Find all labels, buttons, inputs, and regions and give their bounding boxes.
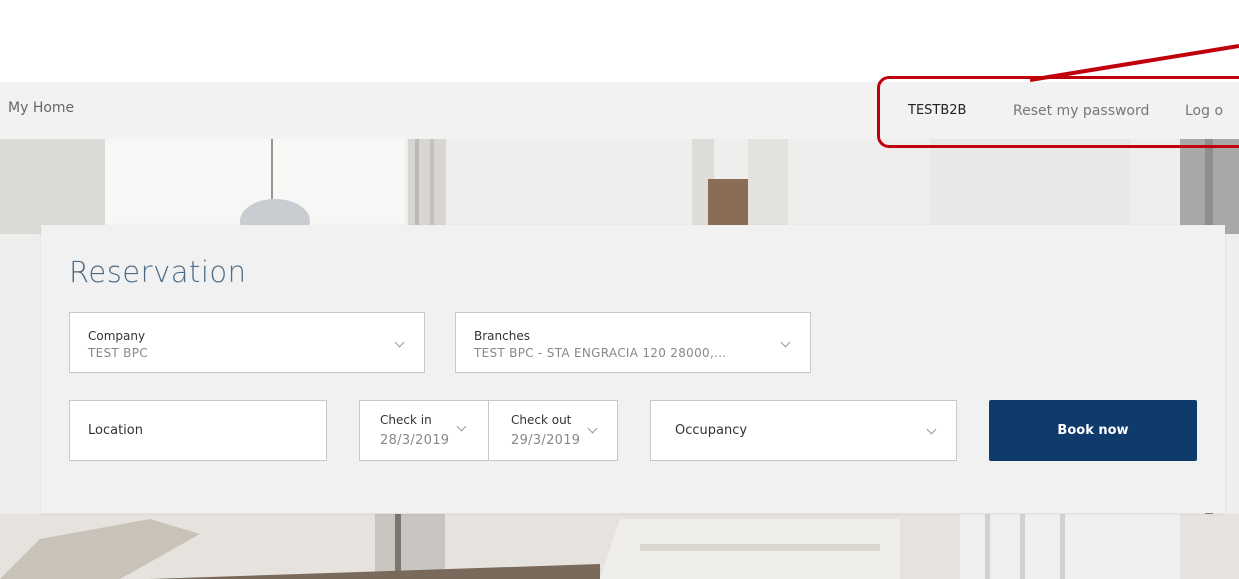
branches-label: Branches xyxy=(474,329,530,343)
reservation-panel: Reservation Company TEST BPC Branches TE… xyxy=(41,225,1225,513)
check-out-field[interactable]: Check out 29/3/2019 xyxy=(488,400,618,461)
location-placeholder: Location xyxy=(88,423,143,438)
chevron-down-icon xyxy=(780,337,791,348)
nav-reset-password-link[interactable]: Reset my password xyxy=(1013,103,1149,119)
nav-logout-link[interactable]: Log o xyxy=(1185,103,1223,119)
check-in-value: 28/3/2019 xyxy=(380,433,450,448)
company-label: Company xyxy=(88,329,146,343)
check-out-label: Check out xyxy=(511,413,572,427)
book-now-button[interactable]: Book now xyxy=(989,400,1197,461)
chevron-down-icon xyxy=(394,337,405,348)
top-navbar: My Home TESTB2B Reset my password Log o xyxy=(0,82,1239,139)
check-in-field[interactable]: Check in 28/3/2019 xyxy=(359,400,489,461)
company-value: TEST BPC xyxy=(88,346,148,360)
occupancy-label: Occupancy xyxy=(675,423,748,438)
location-input[interactable]: Location xyxy=(69,400,327,461)
chevron-down-icon xyxy=(587,423,598,434)
chevron-down-icon xyxy=(456,421,467,432)
company-select[interactable]: Company TEST BPC xyxy=(69,312,425,373)
branches-value: TEST BPC - STA ENGRACIA 120 28000,... xyxy=(474,346,727,360)
chevron-down-icon xyxy=(926,424,937,435)
branches-select[interactable]: Branches TEST BPC - STA ENGRACIA 120 280… xyxy=(455,312,811,373)
check-in-label: Check in xyxy=(380,413,432,427)
reservation-title: Reservation xyxy=(69,255,247,289)
nav-home-link[interactable]: My Home xyxy=(8,100,74,116)
check-out-value: 29/3/2019 xyxy=(511,433,581,448)
occupancy-select[interactable]: Occupancy xyxy=(650,400,957,461)
nav-username-link[interactable]: TESTB2B xyxy=(908,103,966,118)
